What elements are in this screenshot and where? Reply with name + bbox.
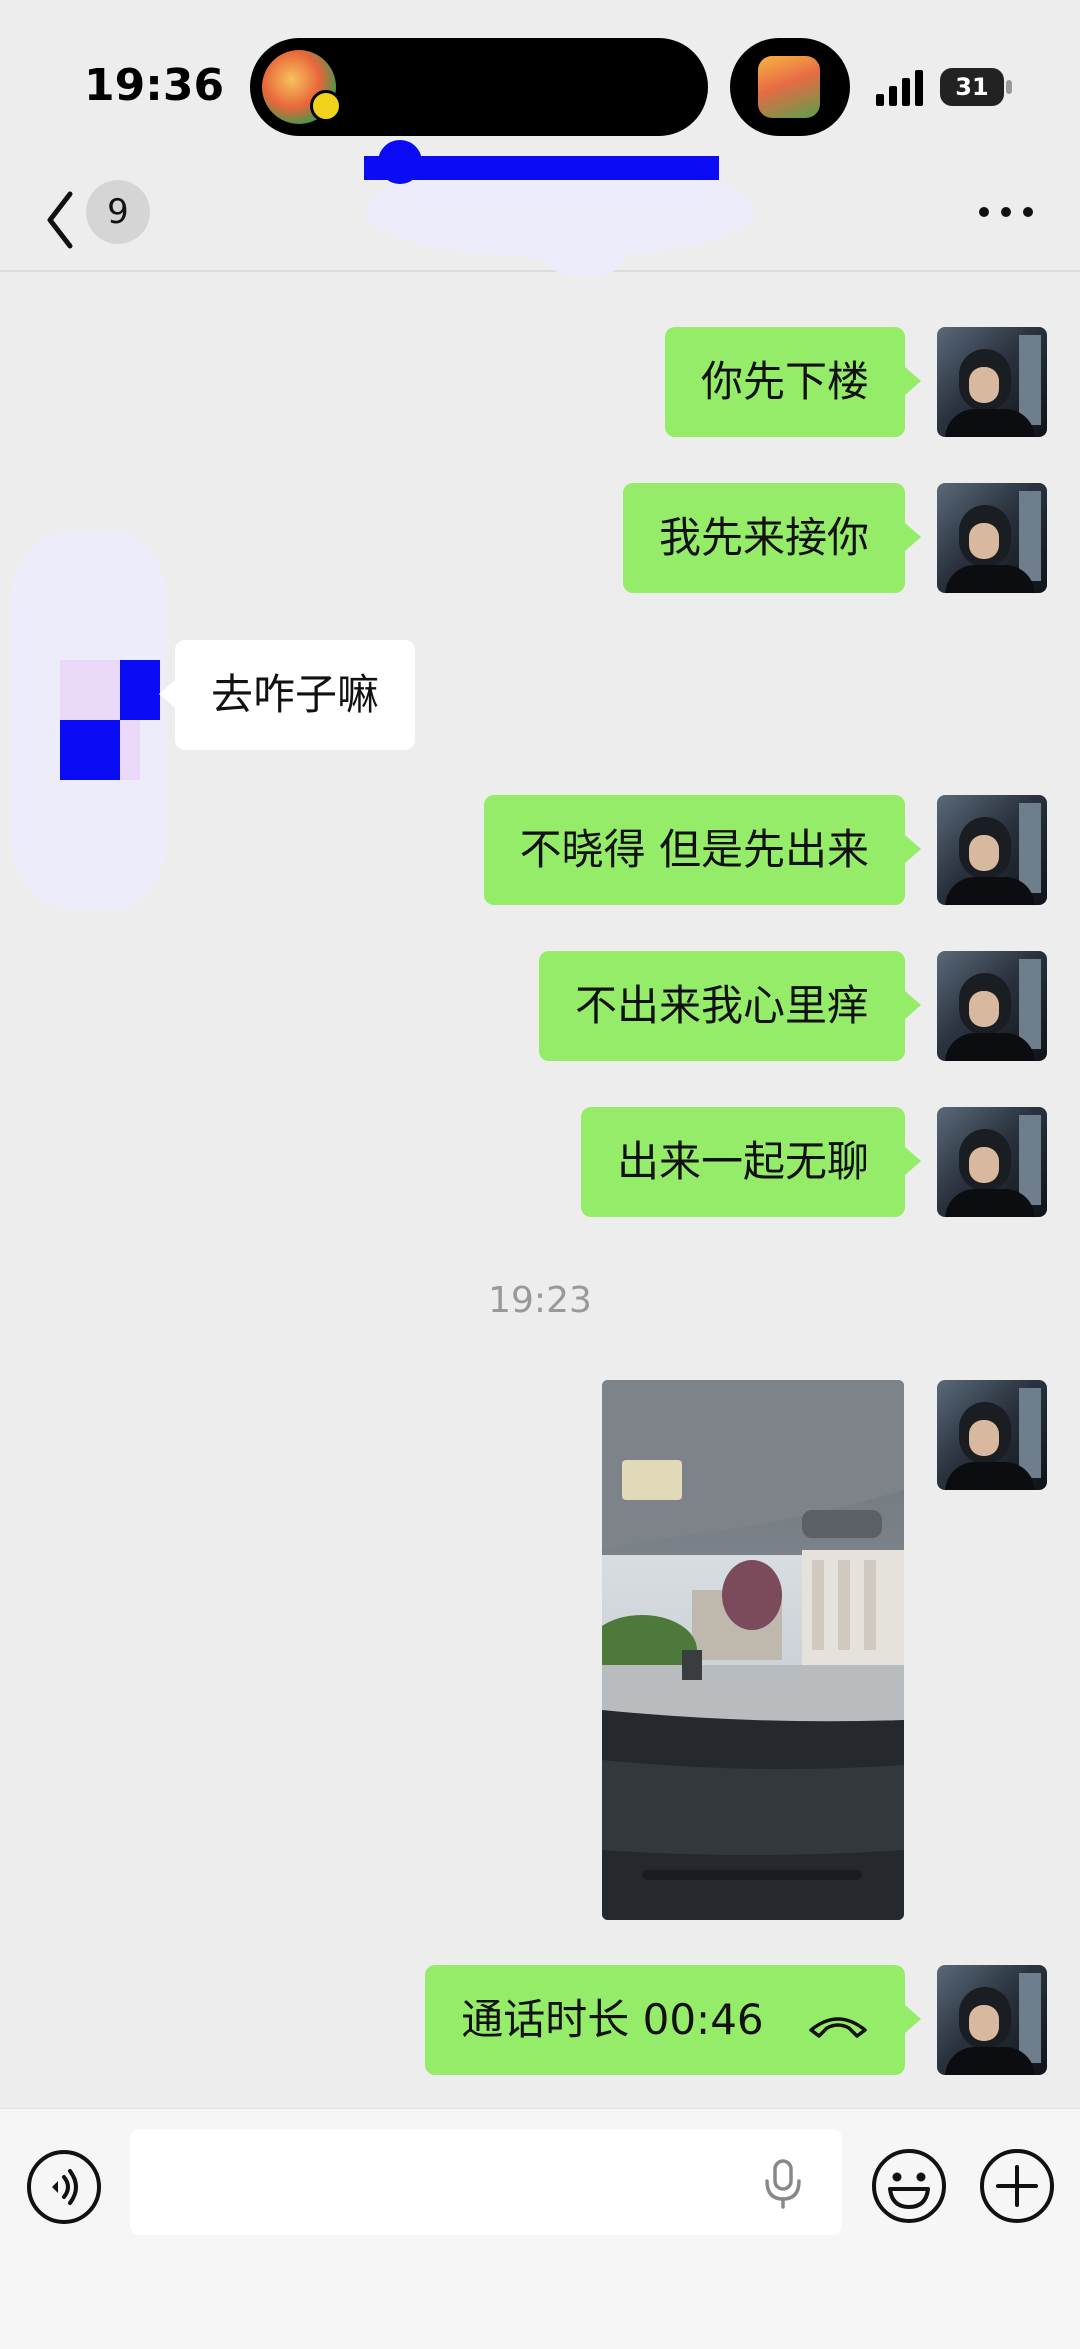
battery-tip	[1006, 80, 1012, 94]
app-thumbnail-icon	[758, 56, 820, 118]
call-record-bubble[interactable]: 通话时长 00:46	[425, 1965, 921, 2075]
sender-avatar[interactable]	[937, 327, 1047, 437]
sender-avatar[interactable]	[937, 1107, 1047, 1217]
message-bubble-outgoing[interactable]: 你先下楼	[664, 327, 922, 437]
microphone-icon[interactable]	[760, 2159, 806, 2209]
dynamic-island-app[interactable]	[730, 38, 850, 136]
more-options-icon[interactable]	[976, 192, 1036, 232]
message-timestamp: 19:23	[488, 1280, 592, 1321]
cellular-signal-icon	[876, 70, 923, 106]
car-interior-photo	[602, 1380, 904, 1920]
emoji-icon[interactable]	[870, 2147, 948, 2225]
chat-title-redacted	[364, 140, 755, 276]
message-bubble-outgoing[interactable]: 不出来我心里痒	[538, 951, 922, 1061]
call-duration-text: 通话时长 00:46	[461, 1995, 764, 2044]
message-bubble-outgoing[interactable]: 我先来接你	[622, 483, 922, 593]
sender-avatar[interactable]	[937, 483, 1047, 593]
sender-avatar[interactable]	[937, 1380, 1047, 1490]
unread-count-badge[interactable]: 9	[86, 180, 150, 244]
voice-input-icon[interactable]	[26, 2149, 102, 2225]
sender-avatar[interactable]	[937, 1965, 1047, 2075]
sender-avatar[interactable]	[937, 795, 1047, 905]
message-bubble-outgoing[interactable]: 不晓得 但是先出来	[483, 795, 922, 905]
hang-up-phone-icon	[809, 2016, 867, 2038]
sender-avatar[interactable]	[937, 951, 1047, 1061]
status-time: 19:36	[84, 60, 225, 111]
message-bubble-outgoing[interactable]: 出来一起无聊	[580, 1107, 922, 1217]
message-photo[interactable]	[602, 1380, 904, 1920]
music-app-badge-icon	[310, 90, 342, 122]
input-bar	[0, 2108, 1080, 2349]
plus-icon[interactable]	[978, 2147, 1056, 2225]
battery-indicator: 31	[940, 68, 1004, 106]
contact-avatar-redacted[interactable]	[60, 660, 160, 780]
message-text-input[interactable]	[130, 2129, 842, 2235]
dynamic-island-music[interactable]	[250, 38, 708, 136]
message-bubble-incoming[interactable]: 去咋子嘛	[158, 640, 416, 750]
